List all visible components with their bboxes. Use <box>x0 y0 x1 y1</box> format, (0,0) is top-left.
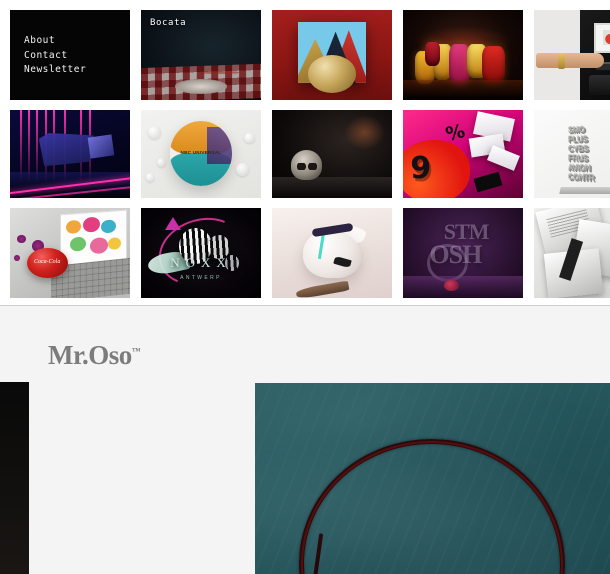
smoke-type-artwork: SMO PLUS CYBS FRUS AVION CONTR <box>534 110 610 198</box>
pink-triangle <box>165 217 181 230</box>
bokeh-dot <box>235 162 249 176</box>
numeral-nine: 9 <box>410 150 432 186</box>
floor-shadow <box>403 80 523 100</box>
tile-noxx[interactable]: NOXX ANTWERP <box>141 208 261 298</box>
neon-block <box>38 132 94 167</box>
laptop-screen <box>60 209 128 267</box>
bokeh-dot <box>145 173 155 183</box>
nbc-logo-text: NBC UNIVERSAL <box>180 150 222 156</box>
brand-section: Mr.Oso™ <box>0 306 610 574</box>
white-sheet <box>487 145 521 172</box>
smooth-purple-artwork: STM OSH <box>403 208 523 298</box>
tile-kiosk-hand[interactable] <box>534 10 610 100</box>
type-line: CONTR <box>567 172 594 183</box>
tile-coca-cola[interactable] <box>10 208 130 298</box>
portfolio-grid: About Contact Newsletter Bocata NBC UNIV… <box>10 10 610 298</box>
reflection-pool <box>403 276 523 298</box>
wooden-board <box>295 280 350 298</box>
type-line: SMO <box>567 124 585 135</box>
floor-step <box>272 176 392 198</box>
wristwatch <box>558 53 566 70</box>
tile-newsprint[interactable] <box>534 208 610 298</box>
paint-splat <box>17 235 26 244</box>
tile-nbc-universal[interactable]: NBC UNIVERSAL <box>141 110 261 198</box>
gold-sphere <box>308 55 356 93</box>
page-root: About Contact Newsletter Bocata NBC UNIV… <box>0 0 610 574</box>
candy-letter <box>482 46 505 84</box>
kiosk-base <box>589 74 610 95</box>
paint-splat <box>13 254 20 262</box>
brand-logo[interactable]: Mr.Oso™ <box>48 342 141 369</box>
noxx-artwork: NOXX ANTWERP <box>141 208 261 298</box>
tile-candy-type[interactable] <box>403 10 523 100</box>
portfolio-grid-section: About Contact Newsletter Bocata NBC UNIV… <box>0 0 610 306</box>
skull-shape <box>291 150 323 181</box>
kiosk-screen <box>594 22 610 54</box>
main-nav: About Contact Newsletter <box>24 36 86 75</box>
nu-gen-artwork <box>272 10 392 100</box>
sidebar-item-about[interactable]: About <box>24 36 86 46</box>
bokeh-dot <box>244 132 255 144</box>
nbc-globe: NBC UNIVERSAL <box>169 120 233 186</box>
brand-wordmark: Mr.Oso <box>48 340 132 370</box>
percent-symbol: % <box>443 120 468 147</box>
type-line: PLUS <box>567 134 587 145</box>
coca-cola-artwork <box>10 208 130 298</box>
bokeh-dot <box>156 157 167 168</box>
coca-cola-badge <box>26 247 68 279</box>
sidebar-item-newsletter[interactable]: Newsletter <box>24 65 86 75</box>
nbc-artwork: NBC UNIVERSAL <box>141 110 261 198</box>
tile-smoke-type[interactable]: SMO PLUS CYBS FRUS AVION CONTR <box>534 110 610 198</box>
tile-skull[interactable] <box>272 110 392 198</box>
type-line: CYBS <box>567 143 588 154</box>
warm-light <box>344 115 385 151</box>
tile-nine-pink[interactable]: 9 % <box>403 110 523 198</box>
globe-purple <box>207 127 233 164</box>
noxx-title: NOXX <box>170 254 232 270</box>
tile-label-bocata: Bocata <box>150 18 187 28</box>
bokeh-dot <box>148 125 162 140</box>
trademark-symbol: ™ <box>131 346 141 356</box>
candy-type-artwork <box>403 10 523 100</box>
kiosk-artwork <box>534 10 610 100</box>
tile-white-bird[interactable] <box>272 208 392 298</box>
nine-pink-artwork: 9 % <box>403 110 523 198</box>
tile-bocata[interactable]: Bocata <box>141 10 261 100</box>
tile-neon-type[interactable] <box>10 110 130 198</box>
left-dark-strip <box>0 382 29 574</box>
hero-image-wine-ring[interactable] <box>255 383 610 574</box>
white-bird-artwork <box>272 208 392 298</box>
rose-accent <box>443 280 460 291</box>
tile-nav-menu[interactable]: About Contact Newsletter <box>10 10 130 100</box>
newsprint-artwork <box>534 208 610 298</box>
candy-letter <box>424 42 441 66</box>
hand-arm <box>536 53 604 69</box>
neon-cube <box>87 134 115 160</box>
skull-artwork <box>272 110 392 198</box>
tile-nu-gen[interactable] <box>272 10 392 100</box>
extruded-type-stack: SMO PLUS CYBS FRUS AVION CONTR <box>568 112 610 195</box>
black-slab <box>473 171 503 193</box>
sidebar-item-contact[interactable]: Contact <box>24 50 86 61</box>
noxx-subtitle: ANTWERP <box>180 274 222 281</box>
tile-smooth-purple[interactable]: STM OSH <box>403 208 523 298</box>
glass-type-line: OSH <box>429 240 482 270</box>
neon-artwork <box>10 110 130 198</box>
